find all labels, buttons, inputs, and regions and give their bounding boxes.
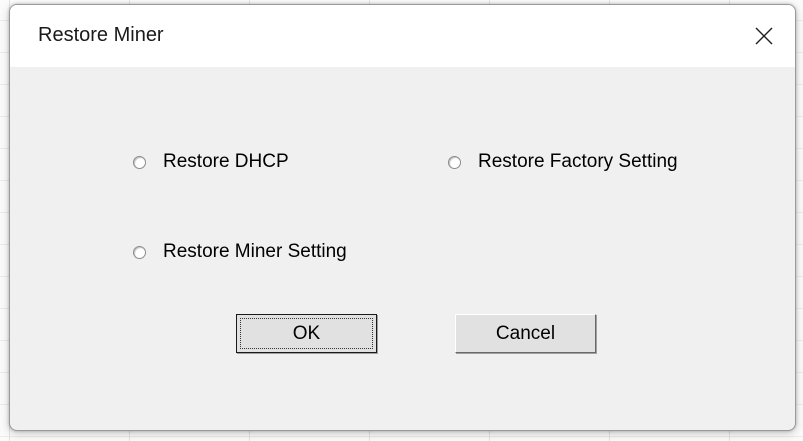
ok-button[interactable]: OK [236, 314, 377, 353]
radio-restore-dhcp[interactable]: Restore DHCP [133, 151, 289, 173]
radio-restore-factory-setting[interactable]: Restore Factory Setting [448, 151, 678, 173]
radio-label-restore-miner-setting: Restore Miner Setting [163, 241, 347, 262]
dialog-titlebar: Restore Miner [10, 5, 795, 67]
radio-label-restore-dhcp: Restore DHCP [163, 151, 289, 172]
cancel-button[interactable]: Cancel [455, 314, 596, 353]
cancel-button-label: Cancel [495, 322, 556, 344]
focus-ring [240, 318, 373, 349]
radio-restore-miner-setting[interactable]: Restore Miner Setting [133, 241, 347, 263]
close-button[interactable] [733, 5, 795, 67]
radio-circle[interactable] [133, 245, 146, 259]
restore-miner-dialog: Restore Miner Restore DHCP Restore Facto… [9, 4, 796, 431]
dialog-title: Restore Miner [38, 24, 164, 46]
radio-label-restore-factory-setting: Restore Factory Setting [478, 151, 678, 172]
close-icon [755, 27, 773, 45]
radio-circle[interactable] [133, 155, 146, 169]
radio-circle[interactable] [448, 155, 461, 169]
